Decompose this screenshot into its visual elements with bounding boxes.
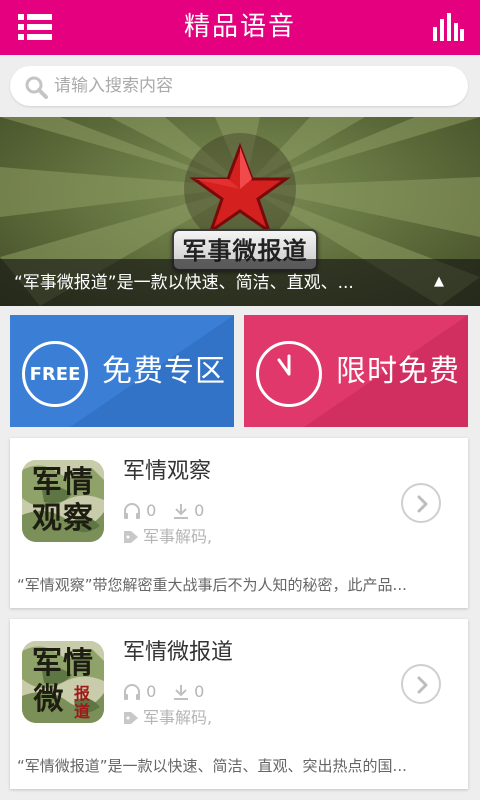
page-title: 精品语音	[183, 12, 296, 42]
camouflage-thumbnail: 军情 观察	[22, 460, 104, 542]
item-title: 军情微报道	[123, 640, 234, 665]
headphones-icon	[124, 503, 140, 519]
download-count: 0	[173, 501, 204, 521]
featured-banner[interactable]: 军事微报道 “军事微报道”是一款以快速、简洁、直观、... ▲	[0, 117, 480, 306]
chevron-right-icon[interactable]	[401, 664, 441, 704]
listen-count: 0	[123, 501, 156, 521]
item-tags: 军事解码,	[143, 708, 213, 727]
camouflage-thumbnail: 军情 微 报道	[22, 641, 104, 723]
list-item[interactable]: 军情 微 报道 军情微报道 0 0 军事解码, “军情微报道”是一款以快速、简洁…	[10, 619, 468, 789]
item-description: “军情观察”带您解密重大战事后不为人知的秘密，此产品...	[17, 576, 407, 594]
limited-free-tile[interactable]: 限时免费	[244, 315, 468, 427]
search-input[interactable]	[54, 70, 454, 102]
item-description: “军情微报道”是一款以快速、简洁、直观、突出热点的国...	[17, 757, 407, 775]
item-title: 军情观察	[123, 459, 212, 484]
app-header: 精品语音	[0, 0, 480, 55]
search-icon	[24, 75, 48, 99]
search-bar	[10, 66, 468, 106]
download-icon	[174, 685, 188, 700]
free-zone-tile[interactable]: FREE 免费专区	[10, 315, 234, 427]
collapse-arrow-icon[interactable]: ▲	[434, 274, 444, 290]
thumb-text-line1: 军情	[32, 646, 94, 681]
list-item[interactable]: 军情 观察 军情观察 0 0 军事解码, “军情观察”带您解密重大战事后不为人知…	[10, 438, 468, 608]
limited-free-label: 限时免费	[336, 354, 460, 389]
download-count-value: 0	[194, 682, 205, 701]
bar-chart-icon[interactable]	[432, 13, 464, 41]
listen-count: 0	[123, 682, 156, 702]
download-count: 0	[173, 682, 204, 702]
free-zone-label: 免费专区	[102, 354, 226, 389]
tag-row: 军事解码,	[123, 527, 212, 547]
tag-row: 军事解码,	[123, 708, 212, 728]
thumb-small-text: 报道	[74, 684, 91, 721]
chevron-right-icon[interactable]	[401, 483, 441, 523]
listen-count-value: 0	[146, 501, 157, 520]
clock-icon	[256, 341, 322, 407]
download-icon	[174, 504, 188, 519]
tag-icon	[124, 712, 138, 724]
download-count-value: 0	[194, 501, 205, 520]
banner-caption-bar: “军事微报道”是一款以快速、简洁、直观、... ▲	[0, 259, 480, 306]
listen-count-value: 0	[146, 682, 157, 701]
headphones-icon	[124, 684, 140, 700]
item-tags: 军事解码,	[143, 527, 213, 546]
thumb-text-line1: 军情	[32, 465, 94, 500]
banner-caption: “军事微报道”是一款以快速、简洁、直观、...	[14, 273, 354, 293]
free-icon-text: FREE	[29, 364, 81, 385]
tag-icon	[124, 531, 138, 543]
thumb-text-line2: 观察	[32, 501, 94, 536]
free-icon: FREE	[22, 341, 88, 407]
